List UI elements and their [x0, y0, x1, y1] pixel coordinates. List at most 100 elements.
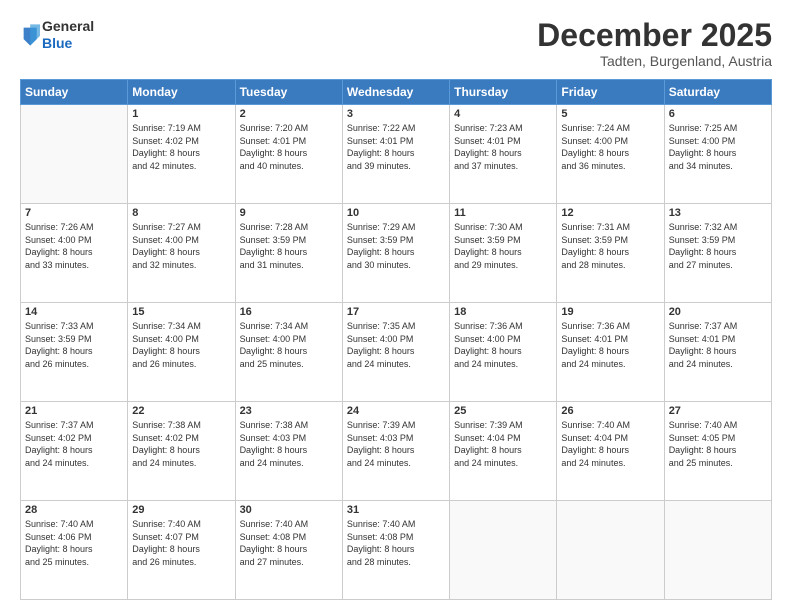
day-info: Sunrise: 7:34 AM Sunset: 4:00 PM Dayligh…: [240, 320, 338, 370]
day-cell: 6 Sunrise: 7:25 AM Sunset: 4:00 PM Daylig…: [664, 105, 771, 204]
day-cell: 20 Sunrise: 7:37 AM Sunset: 4:01 PM Dayli…: [664, 303, 771, 402]
day-number: 13: [669, 207, 767, 219]
day-cell: 4 Sunrise: 7:23 AM Sunset: 4:01 PM Daylig…: [450, 105, 557, 204]
day-number: 29: [132, 504, 230, 516]
day-cell: 9 Sunrise: 7:28 AM Sunset: 3:59 PM Daylig…: [235, 204, 342, 303]
week-row-4: 28 Sunrise: 7:40 AM Sunset: 4:06 PM Dayli…: [21, 501, 772, 600]
day-number: 25: [454, 405, 552, 417]
day-number: 26: [561, 405, 659, 417]
day-info: Sunrise: 7:35 AM Sunset: 4:00 PM Dayligh…: [347, 320, 445, 370]
weekday-header-friday: Friday: [557, 80, 664, 105]
day-number: 30: [240, 504, 338, 516]
day-info: Sunrise: 7:36 AM Sunset: 4:01 PM Dayligh…: [561, 320, 659, 370]
day-info: Sunrise: 7:32 AM Sunset: 3:59 PM Dayligh…: [669, 221, 767, 271]
day-number: 2: [240, 108, 338, 120]
calendar-header: SundayMondayTuesdayWednesdayThursdayFrid…: [21, 80, 772, 105]
day-number: 8: [132, 207, 230, 219]
day-number: 27: [669, 405, 767, 417]
day-cell: 5 Sunrise: 7:24 AM Sunset: 4:00 PM Daylig…: [557, 105, 664, 204]
day-info: Sunrise: 7:22 AM Sunset: 4:01 PM Dayligh…: [347, 122, 445, 172]
day-info: Sunrise: 7:38 AM Sunset: 4:02 PM Dayligh…: [132, 419, 230, 469]
day-number: 4: [454, 108, 552, 120]
day-cell: 2 Sunrise: 7:20 AM Sunset: 4:01 PM Daylig…: [235, 105, 342, 204]
day-number: 7: [25, 207, 123, 219]
day-cell: 13 Sunrise: 7:32 AM Sunset: 3:59 PM Dayli…: [664, 204, 771, 303]
day-info: Sunrise: 7:23 AM Sunset: 4:01 PM Dayligh…: [454, 122, 552, 172]
day-info: Sunrise: 7:39 AM Sunset: 4:04 PM Dayligh…: [454, 419, 552, 469]
day-cell: 1Sunrise: 7:19 AM Sunset: 4:02 PM Daylig…: [128, 105, 235, 204]
day-cell: 12Sunrise: 7:31 AM Sunset: 3:59 PM Dayli…: [557, 204, 664, 303]
page: General Blue December 2025 Tadten, Burge…: [0, 0, 792, 612]
day-info: Sunrise: 7:36 AM Sunset: 4:00 PM Dayligh…: [454, 320, 552, 370]
day-info: Sunrise: 7:39 AM Sunset: 4:03 PM Dayligh…: [347, 419, 445, 469]
day-cell: 7Sunrise: 7:26 AM Sunset: 4:00 PM Daylig…: [21, 204, 128, 303]
weekday-header-monday: Monday: [128, 80, 235, 105]
day-info: Sunrise: 7:40 AM Sunset: 4:06 PM Dayligh…: [25, 518, 123, 568]
day-cell: 21Sunrise: 7:37 AM Sunset: 4:02 PM Dayli…: [21, 402, 128, 501]
calendar-table: SundayMondayTuesdayWednesdayThursdayFrid…: [20, 79, 772, 600]
day-number: 31: [347, 504, 445, 516]
day-number: 6: [669, 108, 767, 120]
day-info: Sunrise: 7:40 AM Sunset: 4:08 PM Dayligh…: [240, 518, 338, 568]
day-cell: 8 Sunrise: 7:27 AM Sunset: 4:00 PM Daylig…: [128, 204, 235, 303]
day-info: Sunrise: 7:30 AM Sunset: 3:59 PM Dayligh…: [454, 221, 552, 271]
subtitle: Tadten, Burgenland, Austria: [537, 53, 772, 69]
day-cell: 26 Sunrise: 7:40 AM Sunset: 4:04 PM Dayli…: [557, 402, 664, 501]
day-cell: [450, 501, 557, 600]
day-cell: 25 Sunrise: 7:39 AM Sunset: 4:04 PM Dayli…: [450, 402, 557, 501]
day-info: Sunrise: 7:40 AM Sunset: 4:05 PM Dayligh…: [669, 419, 767, 469]
weekday-row: SundayMondayTuesdayWednesdayThursdayFrid…: [21, 80, 772, 105]
day-number: 5: [561, 108, 659, 120]
day-number: 20: [669, 306, 767, 318]
day-info: Sunrise: 7:38 AM Sunset: 4:03 PM Dayligh…: [240, 419, 338, 469]
day-cell: 17 Sunrise: 7:35 AM Sunset: 4:00 PM Dayli…: [342, 303, 449, 402]
day-info: Sunrise: 7:40 AM Sunset: 4:04 PM Dayligh…: [561, 419, 659, 469]
day-number: 18: [454, 306, 552, 318]
header: General Blue December 2025 Tadten, Burge…: [20, 18, 772, 69]
day-number: 19: [561, 306, 659, 318]
day-info: Sunrise: 7:24 AM Sunset: 4:00 PM Dayligh…: [561, 122, 659, 172]
day-info: Sunrise: 7:27 AM Sunset: 4:00 PM Dayligh…: [132, 221, 230, 271]
day-cell: 29Sunrise: 7:40 AM Sunset: 4:07 PM Dayli…: [128, 501, 235, 600]
day-info: Sunrise: 7:37 AM Sunset: 4:02 PM Dayligh…: [25, 419, 123, 469]
day-number: 22: [132, 405, 230, 417]
day-number: 14: [25, 306, 123, 318]
day-number: 12: [561, 207, 659, 219]
day-cell: 3 Sunrise: 7:22 AM Sunset: 4:01 PM Daylig…: [342, 105, 449, 204]
day-info: Sunrise: 7:34 AM Sunset: 4:00 PM Dayligh…: [132, 320, 230, 370]
day-info: Sunrise: 7:25 AM Sunset: 4:00 PM Dayligh…: [669, 122, 767, 172]
day-cell: 22 Sunrise: 7:38 AM Sunset: 4:02 PM Dayli…: [128, 402, 235, 501]
day-cell: 27 Sunrise: 7:40 AM Sunset: 4:05 PM Dayli…: [664, 402, 771, 501]
day-cell: 16Sunrise: 7:34 AM Sunset: 4:00 PM Dayli…: [235, 303, 342, 402]
day-number: 9: [240, 207, 338, 219]
day-number: 17: [347, 306, 445, 318]
logo-blue-text: Blue: [42, 35, 72, 51]
day-number: 28: [25, 504, 123, 516]
day-cell: 15Sunrise: 7:34 AM Sunset: 4:00 PM Dayli…: [128, 303, 235, 402]
day-info: Sunrise: 7:33 AM Sunset: 3:59 PM Dayligh…: [25, 320, 123, 370]
day-cell: 11Sunrise: 7:30 AM Sunset: 3:59 PM Dayli…: [450, 204, 557, 303]
day-cell: 19 Sunrise: 7:36 AM Sunset: 4:01 PM Dayli…: [557, 303, 664, 402]
logo-general-text: General: [42, 18, 94, 34]
month-title: December 2025: [537, 18, 772, 53]
day-info: Sunrise: 7:37 AM Sunset: 4:01 PM Dayligh…: [669, 320, 767, 370]
week-row-2: 14 Sunrise: 7:33 AM Sunset: 3:59 PM Dayli…: [21, 303, 772, 402]
day-info: Sunrise: 7:20 AM Sunset: 4:01 PM Dayligh…: [240, 122, 338, 172]
day-cell: [664, 501, 771, 600]
day-info: Sunrise: 7:19 AM Sunset: 4:02 PM Dayligh…: [132, 122, 230, 172]
day-cell: 18 Sunrise: 7:36 AM Sunset: 4:00 PM Dayli…: [450, 303, 557, 402]
day-number: 10: [347, 207, 445, 219]
weekday-header-sunday: Sunday: [21, 80, 128, 105]
day-cell: 23 Sunrise: 7:38 AM Sunset: 4:03 PM Dayli…: [235, 402, 342, 501]
day-cell: 31Sunrise: 7:40 AM Sunset: 4:08 PM Dayli…: [342, 501, 449, 600]
week-row-0: 1Sunrise: 7:19 AM Sunset: 4:02 PM Daylig…: [21, 105, 772, 204]
calendar-body: 1Sunrise: 7:19 AM Sunset: 4:02 PM Daylig…: [21, 105, 772, 600]
day-number: 23: [240, 405, 338, 417]
day-info: Sunrise: 7:29 AM Sunset: 3:59 PM Dayligh…: [347, 221, 445, 271]
day-number: 3: [347, 108, 445, 120]
day-info: Sunrise: 7:28 AM Sunset: 3:59 PM Dayligh…: [240, 221, 338, 271]
week-row-1: 7Sunrise: 7:26 AM Sunset: 4:00 PM Daylig…: [21, 204, 772, 303]
weekday-header-thursday: Thursday: [450, 80, 557, 105]
weekday-header-wednesday: Wednesday: [342, 80, 449, 105]
week-row-3: 21Sunrise: 7:37 AM Sunset: 4:02 PM Dayli…: [21, 402, 772, 501]
